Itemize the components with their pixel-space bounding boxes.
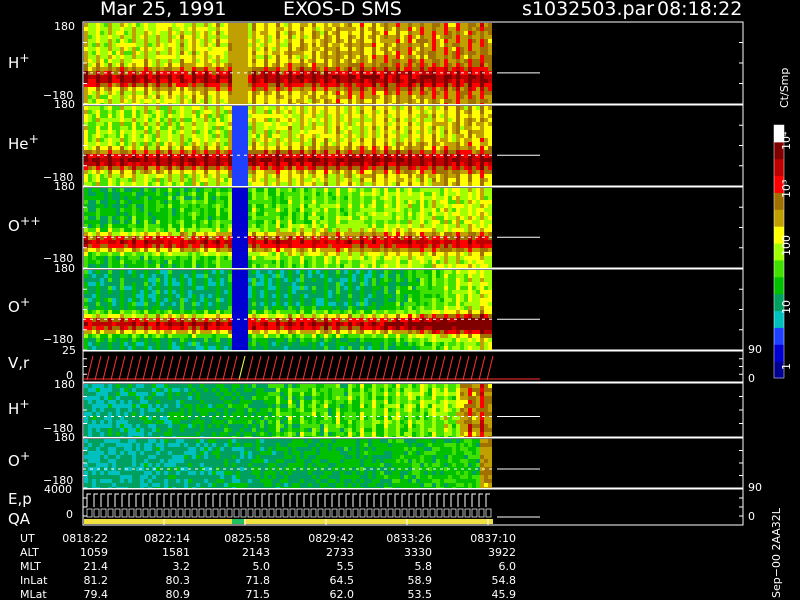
spectrogram-canvas bbox=[82, 21, 785, 526]
colorbar-swatch-2 bbox=[774, 327, 784, 345]
right-tick-vr-bottom: 0 bbox=[748, 372, 755, 385]
alt-3: 2733 bbox=[326, 546, 354, 559]
mlt-1: 3.2 bbox=[172, 560, 191, 573]
spectrogram-h2 bbox=[84, 384, 492, 437]
side-annotation: Sep−00 2AA32L bbox=[770, 508, 783, 598]
colorbar-swatch-12 bbox=[774, 158, 784, 177]
y-tick-ep-bottom: 0 bbox=[66, 508, 73, 521]
ut-5: 0837:10 bbox=[470, 532, 516, 545]
colorbar-swatch-9 bbox=[774, 209, 784, 227]
panel-label-he: He+ bbox=[8, 131, 39, 153]
footer-label-mlat: MLat bbox=[20, 588, 47, 600]
y-tick-opp-top: 180 bbox=[54, 180, 75, 193]
spectrogram-opp bbox=[84, 188, 492, 268]
mlat-3: 62.0 bbox=[329, 588, 355, 600]
mlt-4: 5.8 bbox=[414, 560, 433, 573]
panel-label-o: O+ bbox=[8, 294, 31, 316]
alt-0: 1059 bbox=[80, 546, 108, 559]
colorbar-tick-1: 1 bbox=[780, 363, 793, 370]
mlat-0: 79.4 bbox=[83, 588, 109, 600]
panel-label-ep: E,p bbox=[8, 490, 32, 508]
right-tick-vr-top: 90 bbox=[748, 343, 762, 356]
y-tick-he-top: 180 bbox=[54, 98, 75, 111]
panel-label-vr: V,r bbox=[8, 354, 30, 372]
header-file: s1032503.par bbox=[522, 0, 655, 20]
alt-1: 1581 bbox=[162, 546, 190, 559]
mlat-1: 80.9 bbox=[165, 588, 191, 600]
mlt-5: 6.0 bbox=[498, 560, 517, 573]
panel-label-o2: O+ bbox=[8, 448, 31, 470]
colorbar-swatch-1 bbox=[774, 344, 784, 362]
panel-label-qa: QA bbox=[8, 510, 31, 528]
qa-bar-segment bbox=[232, 519, 244, 524]
mlt-3: 5.5 bbox=[336, 560, 355, 573]
qa-bar bbox=[84, 519, 493, 524]
spectrogram-h bbox=[84, 23, 492, 104]
ut-0: 0818:22 bbox=[62, 532, 108, 545]
footer-label-inlat: InLat bbox=[20, 574, 48, 587]
ut-2: 0825:58 bbox=[224, 532, 270, 545]
colorbar-tick-10: 10 bbox=[780, 300, 793, 314]
mlt-0: 21.4 bbox=[83, 560, 109, 573]
inlat-3: 64.5 bbox=[329, 574, 355, 587]
right-tick-ep-top: 90 bbox=[748, 481, 762, 494]
mlat-5: 45.9 bbox=[491, 588, 517, 600]
y-tick-h2-top: 180 bbox=[54, 378, 75, 391]
colorbar-tick-1000: 10³ bbox=[780, 179, 793, 198]
y-tick-ep-top: 4000 bbox=[44, 483, 72, 496]
inlat-1: 80.3 bbox=[165, 574, 191, 587]
colorbar-swatch-6 bbox=[774, 259, 784, 278]
inlat-0: 81.2 bbox=[83, 574, 109, 587]
y-tick-h-top: 180 bbox=[54, 20, 75, 33]
right-tick-ep-bottom: 0 bbox=[748, 510, 755, 523]
footer-label-mlt: MLT bbox=[20, 560, 41, 573]
header-time: 08:18:22 bbox=[657, 0, 743, 20]
footer-label-alt: ALT bbox=[20, 546, 39, 559]
colorbar-tick-10000: 10⁴ bbox=[780, 131, 793, 150]
spectrogram-he bbox=[84, 106, 492, 186]
header-instrument: EXOS-D SMS bbox=[283, 0, 402, 20]
colorbar-swatch-5 bbox=[774, 276, 784, 295]
vr-traces bbox=[86, 355, 494, 381]
colorbar-unit: Ct/Smp bbox=[778, 67, 791, 108]
footer-label-ut: UT bbox=[20, 532, 35, 545]
inlat-4: 58.9 bbox=[407, 574, 433, 587]
mlat-2: 71.5 bbox=[245, 588, 271, 600]
inlat-2: 71.8 bbox=[245, 574, 271, 587]
spectrogram-o2 bbox=[84, 439, 492, 488]
alt-5: 3922 bbox=[488, 546, 516, 559]
y-tick-o2-top: 180 bbox=[54, 431, 75, 444]
y-tick-o-top: 180 bbox=[54, 262, 75, 275]
colorbar-tick-100: 100 bbox=[780, 235, 793, 256]
y-tick-vr-top: 25 bbox=[62, 344, 76, 357]
panel-label-h: H+ bbox=[8, 50, 30, 72]
exos-d-sms-plot: Mar 25, 1991 EXOS-D SMS s1032503.par 08:… bbox=[0, 0, 800, 600]
alt-2: 2143 bbox=[242, 546, 270, 559]
mlat-4: 53.5 bbox=[407, 588, 433, 600]
ep-traces bbox=[86, 493, 492, 518]
panel-frame-vr bbox=[82, 350, 744, 383]
spectrogram-o bbox=[84, 270, 492, 350]
alt-4: 3330 bbox=[404, 546, 432, 559]
panel-label-h2: H+ bbox=[8, 396, 30, 418]
header-date: Mar 25, 1991 bbox=[100, 0, 227, 20]
ut-3: 0829:42 bbox=[308, 532, 354, 545]
ut-4: 0833:26 bbox=[386, 532, 432, 545]
ut-1: 0822:14 bbox=[144, 532, 190, 545]
inlat-5: 54.8 bbox=[491, 574, 517, 587]
panel-label-opp: O++ bbox=[8, 213, 41, 235]
mlt-2: 5.0 bbox=[252, 560, 271, 573]
